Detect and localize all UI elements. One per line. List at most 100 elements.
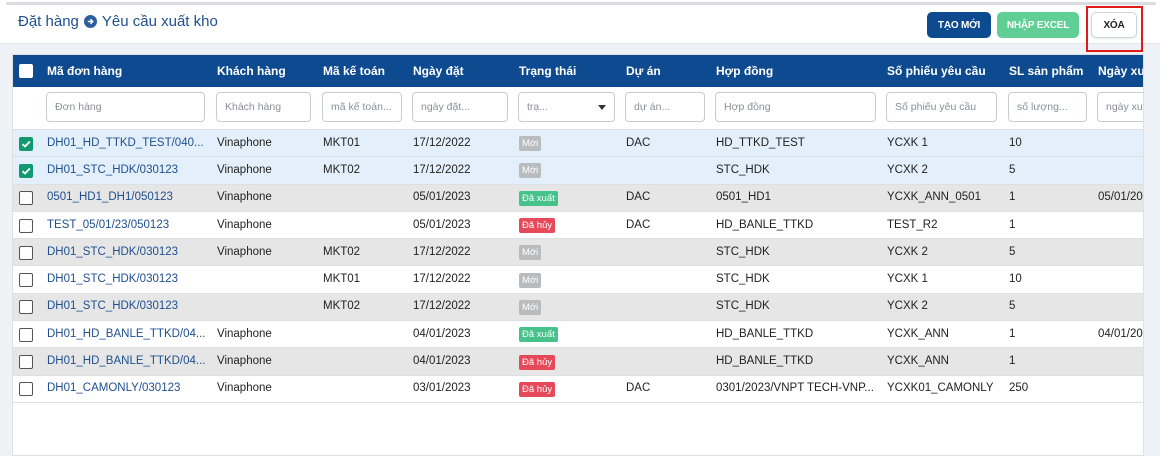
cell-product-qty: 1 xyxy=(1009,355,1016,368)
filter-order-date-input[interactable]: ngày đặt... xyxy=(412,92,508,122)
filter-request-slip-input[interactable]: Số phiếu yêu cầu xyxy=(886,92,997,122)
cell-contract: 0301/2023/VNPT TECH-VNP... xyxy=(716,382,874,395)
cell-order-date: 04/01/2023 xyxy=(413,355,471,368)
col-project[interactable]: Dự án xyxy=(626,64,661,78)
col-product-qty[interactable]: SL sản phẩm xyxy=(1009,64,1083,78)
status-badge: Mới xyxy=(519,299,542,315)
cell-order-date: 05/01/2023 xyxy=(413,218,471,231)
cell-project: DAC xyxy=(626,382,651,395)
row-checkbox[interactable] xyxy=(19,273,33,288)
cell-order-code[interactable]: DH01_STC_HDK/030123 xyxy=(47,246,207,258)
cell-order-code[interactable]: DH01_HD_BANLE_TTKD/04... xyxy=(47,355,207,367)
col-customer[interactable]: Khách hàng xyxy=(217,64,286,78)
cell-request-slip: TEST_R2 xyxy=(887,218,938,231)
col-order-code[interactable]: Mã đơn hàng xyxy=(47,64,122,78)
cell-request-slip: YCXK 2 xyxy=(887,300,928,313)
cell-order-code[interactable]: DH01_HD_TTKD_TEST/040... xyxy=(47,137,207,149)
cell-contract: HD_BANLE_TTKD xyxy=(716,355,814,368)
table-row[interactable]: DH01_HD_BANLE_TTKD/04... Vinaphone 04/01/2… xyxy=(13,348,1143,376)
cell-product-qty: 10 xyxy=(1009,273,1022,286)
cell-request-slip: YCXK_ANN xyxy=(887,355,949,368)
cell-product-qty: 5 xyxy=(1009,245,1016,258)
cell-contract: STC_HDK xyxy=(716,163,770,176)
cell-order-code[interactable]: 0501_HD1_DH1/050123 xyxy=(47,191,207,203)
col-request-slip[interactable]: Số phiếu yêu cầu xyxy=(887,64,986,78)
col-accounting-code[interactable]: Mã kế toán xyxy=(323,64,385,78)
row-checkbox[interactable] xyxy=(19,327,33,342)
cell-customer: Vinaphone xyxy=(217,136,272,149)
cell-order-date: 04/01/2023 xyxy=(413,327,471,340)
filter-product-qty-input[interactable]: số lượng... xyxy=(1008,92,1087,122)
cell-product-qty: 5 xyxy=(1009,300,1016,313)
cell-export-date: 05/01/2023 xyxy=(1098,191,1143,204)
cell-order-code[interactable]: DH01_STC_HDK/030123 xyxy=(47,273,207,285)
cell-order-code[interactable]: DH01_STC_HDK/030123 xyxy=(47,164,207,176)
cell-project: DAC xyxy=(626,191,651,204)
cell-accounting-code: MKT01 xyxy=(323,136,361,149)
filter-project-input[interactable]: dự án... xyxy=(625,92,705,122)
filter-accounting-code-input[interactable]: mã kế toán... xyxy=(322,92,402,122)
cell-project: DAC xyxy=(626,218,651,231)
cell-customer: Vinaphone xyxy=(217,163,272,176)
cell-customer: Vinaphone xyxy=(217,327,272,340)
row-checkbox[interactable] xyxy=(19,245,33,260)
status-badge: Mới xyxy=(519,245,542,261)
breadcrumb-current: Yêu cầu xuất kho xyxy=(101,13,218,30)
status-badge: Đã hủy xyxy=(519,218,556,234)
cell-customer: Vinaphone xyxy=(217,245,272,258)
row-checkbox[interactable] xyxy=(19,136,33,151)
cell-request-slip: YCXK_ANN xyxy=(887,327,949,340)
filter-contract-input[interactable]: Hợp đồng xyxy=(715,92,876,122)
cell-request-slip: YCXK 1 xyxy=(887,136,928,149)
table-row[interactable]: DH01_STC_HDK/030123 MKT02 17/12/2022 STC_HD… xyxy=(13,293,1143,322)
col-order-date[interactable]: Ngày đặt xyxy=(413,64,464,78)
cell-request-slip: YCXK 2 xyxy=(887,163,928,176)
cell-project: DAC xyxy=(626,136,651,149)
cell-order-date: 05/01/2023 xyxy=(413,191,471,204)
table-row[interactable]: DH01_STC_HDK/030123 Vinaphone MKT02 17/12/2… xyxy=(13,239,1143,267)
cell-customer: Vinaphone xyxy=(217,382,272,395)
col-status[interactable]: Trạng thái xyxy=(519,64,576,78)
status-badge: Mới xyxy=(519,136,542,152)
row-checkbox[interactable] xyxy=(19,191,33,206)
row-checkbox[interactable] xyxy=(19,163,33,178)
breadcrumb-parent[interactable]: Đặt hàng xyxy=(18,13,79,30)
cell-order-code[interactable]: DH01_CAMONLY/030123 xyxy=(47,382,207,394)
cell-order-code[interactable]: DH01_HD_BANLE_TTKD/04... xyxy=(47,328,207,340)
table-row[interactable]: DH01_HD_TTKD_TEST/040... Vinaphone MKT01 17… xyxy=(13,130,1143,158)
cell-customer: Vinaphone xyxy=(217,191,272,204)
col-contract[interactable]: Hợp đồng xyxy=(716,64,773,78)
table-row[interactable]: DH01_CAMONLY/030123 Vinaphone 03/01/2023 DA… xyxy=(13,375,1143,403)
table-row[interactable]: 0501_HD1_DH1/050123 Vinaphone 05/01/2023 DA… xyxy=(13,184,1143,212)
cell-order-code[interactable]: TEST_05/01/23/050123 xyxy=(47,219,207,231)
cell-accounting-code: MKT02 xyxy=(323,245,361,258)
row-checkbox[interactable] xyxy=(19,218,33,233)
table-row[interactable]: DH01_STC_HDK/030123 Vinaphone MKT02 17/12/2… xyxy=(13,157,1143,185)
import-excel-button[interactable]: NHẬP EXCEL xyxy=(997,12,1079,38)
chevron-down-icon xyxy=(598,104,606,110)
cell-accounting-code: MKT01 xyxy=(323,273,361,286)
filter-order-code-input[interactable]: Đơn hàng xyxy=(46,92,205,122)
select-all-checkbox[interactable] xyxy=(19,64,33,78)
filter-export-date-input[interactable]: ngày xuất xyxy=(1097,92,1143,122)
row-checkbox[interactable] xyxy=(19,300,33,315)
create-new-button[interactable]: TẠO MỚI xyxy=(927,12,991,38)
status-badge: Mới xyxy=(519,163,542,179)
table-row[interactable]: TEST_05/01/23/050123 Vinaphone 05/01/2023 D… xyxy=(13,211,1143,240)
filter-status-select[interactable]: trạ... xyxy=(518,92,615,122)
filter-status-value: trạ... xyxy=(527,101,549,113)
col-export-date[interactable]: Ngày xuất xyxy=(1098,64,1143,78)
cell-contract: HD_BANLE_TTKD xyxy=(716,327,814,340)
row-checkbox[interactable] xyxy=(19,355,33,370)
cell-product-qty: 1 xyxy=(1009,218,1016,231)
row-checkbox[interactable] xyxy=(19,382,33,397)
cell-accounting-code: MKT02 xyxy=(323,300,361,313)
data-table: Mã đơn hàng Khách hàng Mã kế toán Ngày đ… xyxy=(12,54,1144,456)
cell-export-date: 04/01/2023 xyxy=(1098,327,1143,340)
filter-customer-input[interactable]: Khách hàng xyxy=(216,92,311,122)
cell-order-code[interactable]: DH01_STC_HDK/030123 xyxy=(47,300,207,312)
cell-product-qty: 10 xyxy=(1009,136,1022,149)
table-row[interactable]: DH01_STC_HDK/030123 MKT01 17/12/2022 STC_HD… xyxy=(13,266,1143,294)
table-row[interactable]: DH01_HD_BANLE_TTKD/04... Vinaphone 04/01/2… xyxy=(13,321,1143,349)
cell-product-qty: 5 xyxy=(1009,163,1016,176)
